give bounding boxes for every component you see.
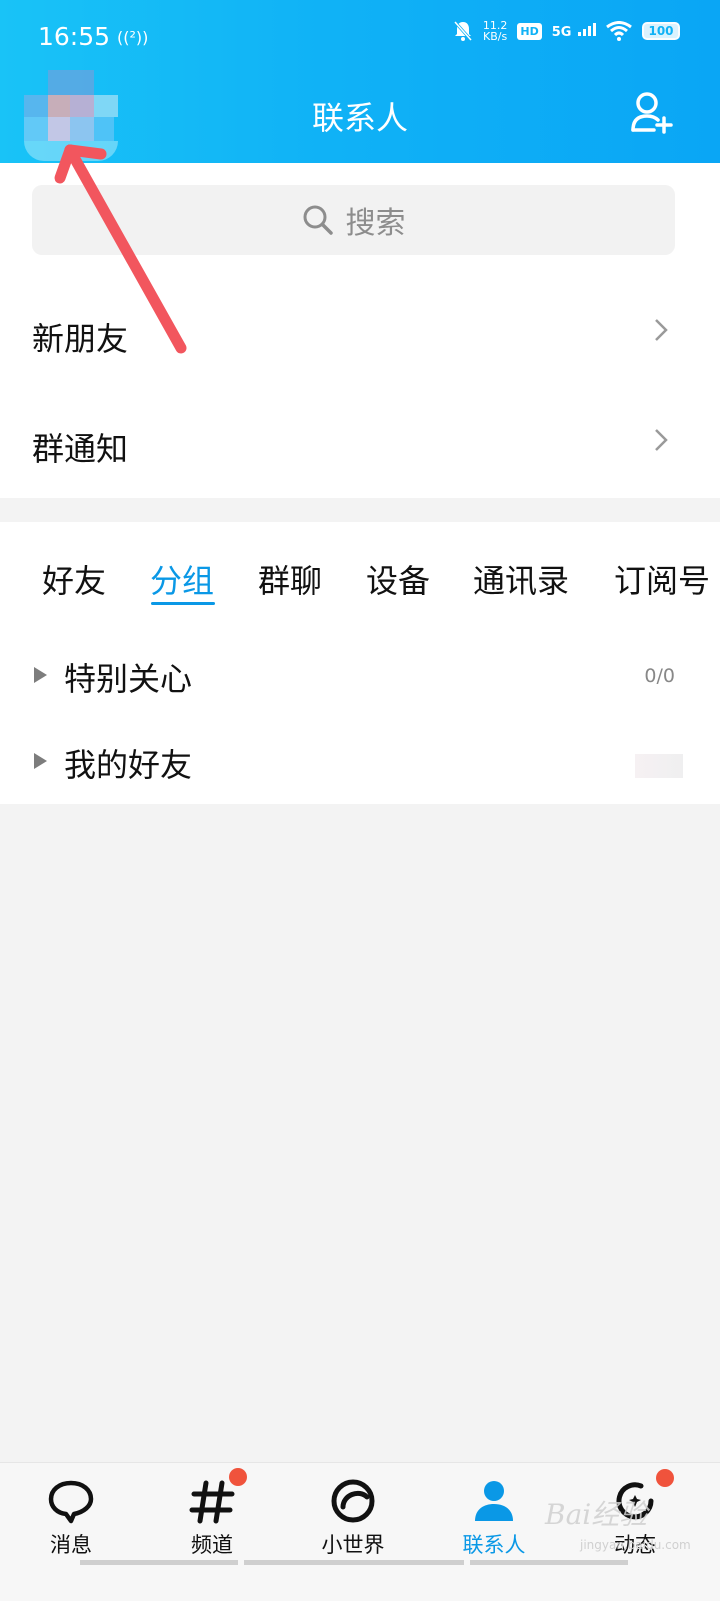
nav-label: 小世界 bbox=[321, 1533, 385, 1557]
search-icon bbox=[303, 205, 333, 235]
battery-icon: 100 bbox=[642, 22, 680, 40]
nav-channels[interactable]: 频道 bbox=[157, 1463, 267, 1573]
page-title: 联系人 bbox=[311, 99, 408, 137]
chevron-right-icon bbox=[655, 319, 668, 341]
row-group-notices[interactable]: 群通知 bbox=[0, 390, 720, 500]
contacts-section: 好友 分组 群聊 设备 通讯录 订阅号 特别关心 0/0 我的好友 bbox=[0, 522, 720, 804]
cellular-signal: 5G bbox=[551, 22, 596, 40]
tab-devices[interactable]: 设备 bbox=[366, 556, 430, 602]
watermark-url: jingyan.baidu.com bbox=[580, 1538, 691, 1552]
group-label: 我的好友 bbox=[64, 746, 193, 784]
notification-badge bbox=[656, 1469, 674, 1487]
nav-label: 频道 bbox=[191, 1533, 233, 1557]
battery-level: 100 bbox=[648, 24, 674, 38]
gesture-bar-segment bbox=[470, 1560, 628, 1565]
bottom-nav: 消息 频道 小世界 联系人 动态 Bai经验 jingyan.baidu.com bbox=[0, 1462, 720, 1601]
chevron-right-icon bbox=[655, 429, 668, 451]
hotspot-icon: ((²)) bbox=[117, 28, 149, 47]
group-special-care[interactable]: 特别关心 0/0 bbox=[0, 636, 720, 716]
expand-triangle-icon bbox=[34, 753, 47, 769]
chat-bubble-icon bbox=[48, 1480, 94, 1524]
header-bar: 16:55 ((²)) 11.2 KB/s HD 5G 100 联系人 bbox=[0, 0, 720, 163]
world-ring-icon bbox=[331, 1479, 375, 1523]
gesture-bar-segment bbox=[80, 1560, 238, 1565]
nav-label: 联系人 bbox=[462, 1533, 526, 1557]
row-new-friends[interactable]: 新朋友 bbox=[0, 280, 720, 390]
group-count-blurred bbox=[635, 754, 683, 778]
hashtag-icon bbox=[189, 1480, 235, 1524]
nav-contacts[interactable]: 联系人 bbox=[439, 1463, 549, 1573]
person-add-icon[interactable] bbox=[630, 90, 674, 134]
hd-badge: HD bbox=[517, 22, 542, 40]
group-label: 特别关心 bbox=[64, 660, 193, 698]
notification-badge bbox=[229, 1468, 247, 1486]
active-tab-indicator bbox=[151, 602, 215, 605]
mute-bell-icon bbox=[453, 21, 473, 41]
row-label: 新朋友 bbox=[32, 320, 129, 358]
group-my-friends[interactable]: 我的好友 bbox=[0, 722, 720, 802]
status-time: 16:55 bbox=[38, 22, 111, 51]
tab-groups[interactable]: 分组 bbox=[150, 556, 214, 602]
signal-bars-icon bbox=[578, 22, 596, 36]
watermark-logo: Bai经验 bbox=[545, 1498, 648, 1531]
search-input[interactable]: 搜索 bbox=[32, 185, 675, 255]
wifi-icon bbox=[606, 21, 632, 41]
gesture-bar-segment bbox=[244, 1560, 464, 1565]
nav-messages[interactable]: 消息 bbox=[16, 1463, 126, 1573]
network-speed: 11.2 KB/s bbox=[483, 20, 508, 42]
expand-triangle-icon bbox=[34, 667, 47, 683]
tab-address-book[interactable]: 通讯录 bbox=[473, 556, 569, 602]
group-count: 0/0 bbox=[644, 665, 675, 687]
nav-small-world[interactable]: 小世界 bbox=[298, 1463, 408, 1573]
status-bar: 16:55 ((²)) 11.2 KB/s HD 5G 100 bbox=[0, 0, 720, 80]
tab-friends[interactable]: 好友 bbox=[42, 556, 106, 602]
nav-label: 消息 bbox=[50, 1533, 92, 1557]
search-placeholder: 搜索 bbox=[345, 206, 406, 241]
network-type: 5G bbox=[551, 24, 572, 40]
status-indicators: 11.2 KB/s HD 5G 100 bbox=[453, 20, 680, 42]
tab-group-chats[interactable]: 群聊 bbox=[258, 556, 322, 602]
tab-subscriptions[interactable]: 订阅号 bbox=[614, 556, 710, 602]
row-label: 群通知 bbox=[32, 430, 129, 468]
speed-unit: KB/s bbox=[483, 30, 508, 43]
top-card: 搜索 新朋友 群通知 bbox=[0, 163, 720, 498]
contact-tabs: 好友 分组 群聊 设备 通讯录 订阅号 bbox=[0, 556, 720, 616]
contacts-person-icon bbox=[475, 1481, 513, 1521]
